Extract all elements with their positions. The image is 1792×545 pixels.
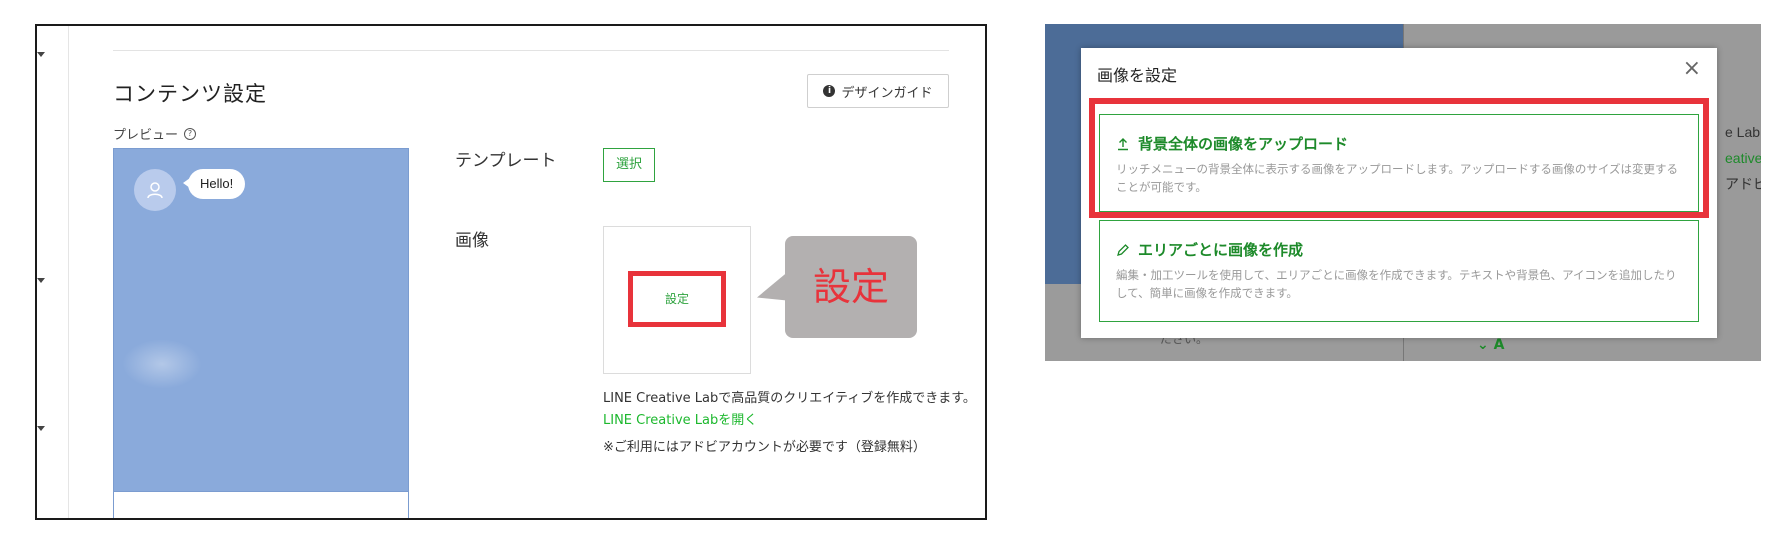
template-select-button[interactable]: 選択 [603, 148, 655, 182]
background-text-line: e Lab [1725, 124, 1761, 140]
divider [113, 50, 949, 51]
design-guide-button[interactable]: i デザインガイド [807, 74, 949, 108]
option-description: リッチメニューの背景全体に表示する画像をアップロードします。アップロードする画像… [1116, 162, 1678, 194]
option-head: エリアごとに画像を作成 [1116, 239, 1682, 260]
pencil-icon [1117, 243, 1129, 256]
left-rail [37, 26, 69, 518]
image-set-button[interactable]: 設定 [628, 271, 726, 327]
background-text-line: アドビ [1725, 176, 1761, 192]
upload-background-option[interactable]: 背景全体の画像をアップロード リッチメニューの背景全体に表示する画像をアップロー… [1099, 114, 1699, 212]
option-title: エリアごとに画像を作成 [1138, 241, 1304, 259]
modal-title: 画像を設定 [1097, 66, 1178, 85]
caret-down-icon[interactable] [37, 426, 45, 431]
image-dialog-screenshot: e Lab eative アドビ ⌄ A ださい。 画像を設定 × 背景全体の画… [1045, 24, 1761, 361]
preview-label: プレビュー ? [113, 124, 197, 143]
image-label: 画像 [455, 231, 489, 251]
creative-lab-text: LINE Creative Labで高品質のクリエイティブを作成できます。 [603, 391, 976, 406]
background-chevron: ⌄ A [1477, 337, 1505, 353]
background-text-line: eative [1725, 150, 1761, 166]
signup-note: ※ご利用にはアドビアカウントが必要です（登録無料） [603, 440, 926, 455]
caret-down-icon[interactable] [37, 278, 45, 283]
design-guide-label: デザインガイド [841, 85, 933, 101]
cloud-decoration [122, 339, 202, 389]
background-text: e Lab eative アドビ [1725, 119, 1761, 197]
preview-panel: Hello! [113, 148, 409, 492]
content-settings-screenshot: コンテンツ設定 i デザインガイド プレビュー ? Hello! テンプレート … [35, 24, 987, 520]
option-description: 編集・加工ツールを使用して、エリアごとに画像を作成できます。テキストや背景色、ア… [1116, 268, 1677, 300]
callout-annotation: 設定 [785, 236, 917, 338]
template-label: テンプレート [455, 151, 557, 171]
create-area-image-option[interactable]: エリアごとに画像を作成 編集・加工ツールを使用して、エリアごとに画像を作成できま… [1099, 220, 1699, 322]
image-box: 設定 [603, 226, 751, 374]
avatar [134, 169, 176, 211]
section-title: コンテンツ設定 [113, 82, 267, 106]
user-icon [147, 182, 163, 199]
preview-menu-area [113, 492, 409, 518]
info-icon: i [823, 85, 836, 97]
option-head: 背景全体の画像をアップロード [1116, 133, 1682, 154]
close-icon[interactable]: × [1683, 56, 1701, 81]
creative-lab-link[interactable]: LINE Creative Labを開く [603, 413, 757, 428]
caret-down-icon[interactable] [37, 52, 45, 57]
help-icon[interactable]: ? [184, 127, 197, 140]
preview-label-text: プレビュー [113, 128, 179, 143]
creative-lab-description: LINE Creative Labで高品質のクリエイティブを作成できます。 LI… [603, 388, 983, 432]
image-settings-modal: 画像を設定 × 背景全体の画像をアップロード リッチメニューの背景全体に表示する… [1081, 48, 1717, 338]
upload-icon [1118, 137, 1128, 150]
hello-bubble: Hello! [182, 169, 246, 199]
option-title: 背景全体の画像をアップロード [1138, 135, 1349, 153]
